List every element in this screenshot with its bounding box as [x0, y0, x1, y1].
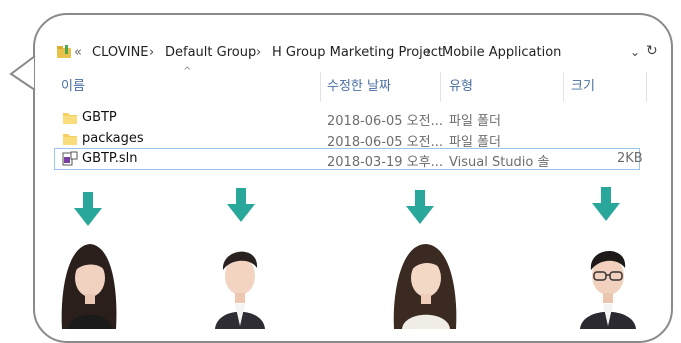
- avatar: [61, 244, 117, 329]
- column-divider[interactable]: [440, 72, 441, 102]
- column-divider[interactable]: [320, 72, 321, 102]
- file-modified: 2018-03-19 오후...: [327, 155, 443, 170]
- avatar: [393, 244, 457, 329]
- file-row-selected[interactable]: GBTP.sln 2018-03-19 오후... Visual Studio …: [54, 148, 643, 170]
- breadcrumb-separator[interactable]: ›: [426, 45, 431, 60]
- folder-pin-icon: [57, 45, 71, 58]
- file-size: 2KB: [617, 151, 643, 166]
- column-header-size[interactable]: 크기: [571, 75, 595, 103]
- column-divider[interactable]: [563, 72, 564, 102]
- file-type: Visual Studio 솔: [449, 155, 550, 170]
- address-bar[interactable]: « CLOVINE › Default Group › H Group Mark…: [52, 40, 664, 68]
- down-arrow-icon: [227, 188, 255, 222]
- chevron-down-icon[interactable]: ⌄: [630, 45, 640, 59]
- folder-icon: [63, 113, 77, 124]
- file-modified: 2018-06-05 오전...: [327, 114, 443, 129]
- file-type: 파일 폴더: [449, 114, 501, 129]
- visual-studio-solution-icon: [62, 151, 78, 166]
- column-header-name[interactable]: 이름: [61, 75, 85, 103]
- column-header-modified[interactable]: 수정한 날짜: [327, 75, 391, 103]
- refresh-icon[interactable]: ↻: [646, 43, 658, 59]
- file-row[interactable]: packages 2018-06-05 오전... 파일 폴더: [54, 128, 640, 150]
- file-name: GBTP.sln: [82, 151, 138, 166]
- sort-ascending-icon: ^: [183, 66, 192, 77]
- folder-icon: [63, 134, 77, 145]
- breadcrumb-separator[interactable]: ›: [256, 45, 261, 60]
- avatar: [580, 250, 636, 329]
- column-divider[interactable]: [646, 72, 647, 102]
- overflow-chevron[interactable]: «: [74, 45, 82, 60]
- breadcrumb-separator[interactable]: ›: [149, 45, 154, 60]
- file-name: GBTP: [82, 110, 117, 125]
- breadcrumb-default-group[interactable]: Default Group: [165, 45, 256, 60]
- column-header-type[interactable]: 유형: [449, 75, 473, 103]
- speech-bubble-tail: [9, 55, 36, 91]
- down-arrow-icon: [406, 190, 434, 224]
- avatar: [215, 251, 265, 329]
- down-arrow-icon: [592, 187, 620, 221]
- breadcrumb-h-group-marketing-project[interactable]: H Group Marketing Project: [272, 45, 443, 60]
- breadcrumb-clovine[interactable]: CLOVINE: [92, 45, 149, 60]
- file-name: packages: [82, 131, 144, 146]
- down-arrow-icon: [74, 192, 102, 226]
- breadcrumb-mobile-application[interactable]: Mobile Application: [442, 45, 561, 60]
- file-row[interactable]: GBTP 2018-06-05 오전... 파일 폴더: [54, 107, 640, 129]
